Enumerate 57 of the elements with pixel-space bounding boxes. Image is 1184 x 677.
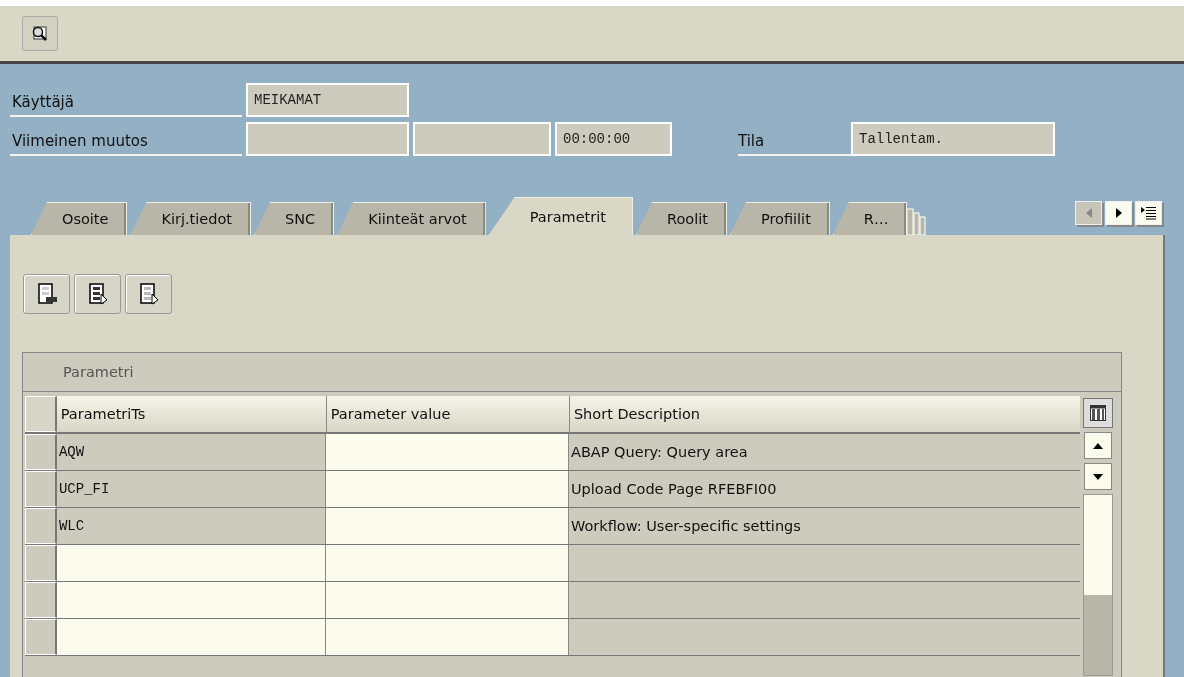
scroll-down-button[interactable] <box>1084 463 1112 490</box>
table-cell: WLC <box>56 508 327 544</box>
row-selector[interactable] <box>25 582 57 618</box>
tab[interactable]: SNC <box>254 202 335 235</box>
row-selector[interactable] <box>25 508 57 544</box>
insert-row-icon <box>35 282 58 306</box>
row-selector[interactable] <box>25 434 57 470</box>
search-icon <box>31 24 49 43</box>
row-selector[interactable] <box>25 471 57 507</box>
column-header[interactable]: ParametriTs <box>56 396 327 432</box>
column-header[interactable]: Short Description <box>569 396 1080 432</box>
row-selector[interactable] <box>25 545 57 581</box>
scroll-right-button[interactable] <box>1105 201 1132 225</box>
list-icon <box>1140 206 1157 220</box>
tab[interactable]: Profiilit <box>729 202 830 235</box>
column-header[interactable]: Parameter value <box>326 396 570 432</box>
tab[interactable]: Osoite <box>31 202 128 235</box>
table-cell: UCP_FI <box>56 471 327 507</box>
tab[interactable]: Roolit <box>636 202 727 235</box>
table-cursor-icon <box>86 282 109 306</box>
scroll-up-button[interactable] <box>1084 432 1112 459</box>
input-field[interactable] <box>326 434 569 470</box>
field-label: Käyttäjä <box>10 83 242 117</box>
input-field[interactable] <box>56 545 327 581</box>
tab[interactable]: Parametrit <box>488 197 633 235</box>
column-settings-button[interactable] <box>1083 398 1113 428</box>
search-button[interactable] <box>22 16 58 51</box>
up-arrow-icon <box>1093 442 1103 449</box>
row-selector[interactable] <box>25 619 57 655</box>
deselect-all-button[interactable] <box>125 274 172 314</box>
select-all-button[interactable] <box>74 274 121 314</box>
input-field[interactable] <box>326 619 569 655</box>
input-field[interactable] <box>326 508 569 544</box>
select-all-cell[interactable] <box>25 396 57 432</box>
right-arrow-icon <box>1114 208 1123 218</box>
user-field[interactable]: MEIKAMAT <box>246 83 409 117</box>
table-cell: AQW <box>56 434 327 470</box>
insert-row-button[interactable] <box>23 274 70 314</box>
date-field[interactable] <box>413 122 551 156</box>
down-arrow-icon <box>1093 473 1103 480</box>
columns-icon <box>1090 405 1106 421</box>
date-field[interactable]: 00:00:00 <box>555 122 672 156</box>
tab[interactable]: Kirj.tiedot <box>130 202 252 235</box>
input-field[interactable] <box>326 545 569 581</box>
scrollbar[interactable] <box>1083 494 1113 676</box>
table-cursor-icon <box>137 282 160 306</box>
date-field[interactable] <box>246 122 409 156</box>
tab-list-button[interactable] <box>1135 201 1162 225</box>
tab[interactable]: Kiinteät arvot <box>337 202 486 235</box>
left-arrow-icon <box>1084 208 1093 218</box>
status-field[interactable]: Tallentam. <box>851 122 1055 156</box>
input-field[interactable] <box>56 619 327 655</box>
field-label: Viimeinen muutos <box>10 122 242 156</box>
input-field[interactable] <box>56 582 327 618</box>
input-field[interactable] <box>326 471 569 507</box>
table-title: Parametri <box>23 353 1121 392</box>
input-field[interactable] <box>326 582 569 618</box>
